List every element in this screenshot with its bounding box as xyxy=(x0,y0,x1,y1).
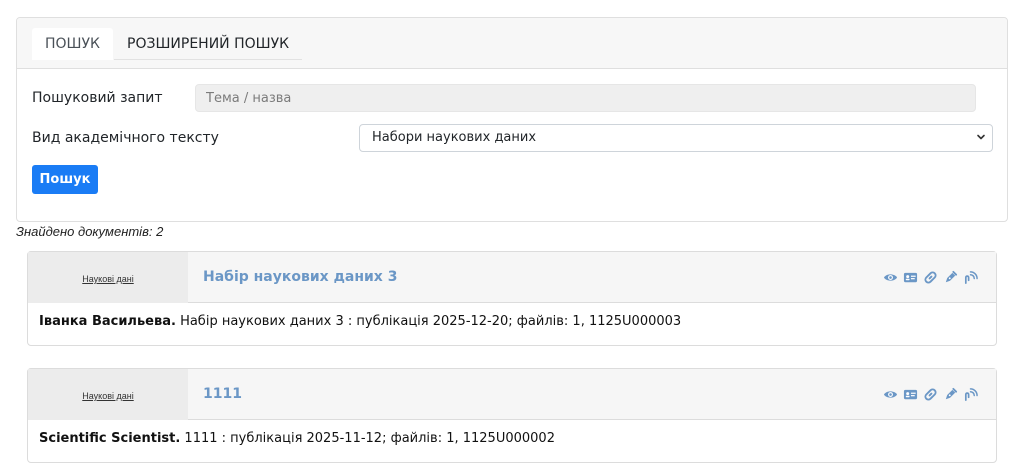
text-type-selected-value: Набори наукових даних xyxy=(372,130,537,145)
rss-hand-icon[interactable] xyxy=(963,387,978,402)
search-panel: ПОШУК РОЗШИРЕНИЙ ПОШУК Пошуковий запит В… xyxy=(16,17,1008,222)
query-input[interactable] xyxy=(195,84,976,112)
result-type-cell: Наукові дані xyxy=(28,369,188,420)
result-author: Іванка Васильева. xyxy=(39,314,176,329)
result-citation-text: 1111 : публікація 2025-11-12; файлів: 1,… xyxy=(180,431,555,446)
id-card-icon[interactable] xyxy=(903,387,918,402)
tab-search[interactable]: ПОШУК xyxy=(32,28,113,60)
query-label: Пошуковий запит xyxy=(32,90,163,106)
eye-icon[interactable] xyxy=(883,387,898,402)
result-type-link[interactable]: Наукові дані xyxy=(82,274,133,284)
text-type-label: Вид академічного тексту xyxy=(32,130,219,146)
eye-icon[interactable] xyxy=(883,270,898,285)
result-card: Наукові дані 1111 Scientific Scientist. … xyxy=(27,368,997,463)
found-count: Знайдено документів: 2 xyxy=(16,224,164,239)
link-icon[interactable] xyxy=(923,387,938,402)
link-icon[interactable] xyxy=(923,270,938,285)
text-type-select[interactable]: Набори наукових даних xyxy=(359,124,993,152)
result-header: Наукові дані 1111 xyxy=(28,369,996,420)
result-title-link[interactable]: 1111 xyxy=(203,369,242,420)
search-button[interactable]: Пошук xyxy=(32,165,98,194)
result-citation-text: Набір наукових даних 3 : публікація 2025… xyxy=(175,314,682,329)
rss-hand-icon[interactable] xyxy=(963,270,978,285)
chevron-down-icon xyxy=(977,134,985,140)
result-title-link[interactable]: Набір наукових даних 3 xyxy=(203,252,397,303)
result-citation: Іванка Васильева. Набір наукових даних 3… xyxy=(39,314,681,329)
id-card-icon[interactable] xyxy=(903,270,918,285)
result-actions xyxy=(883,387,978,402)
result-type-cell: Наукові дані xyxy=(28,252,188,303)
tab-advanced-search[interactable]: РОЗШИРЕНИЙ ПОШУК xyxy=(114,28,303,60)
result-author: Scientific Scientist. xyxy=(39,431,181,446)
result-actions xyxy=(883,270,978,285)
pen-icon[interactable] xyxy=(943,270,958,285)
result-type-link[interactable]: Наукові дані xyxy=(82,391,133,401)
pen-icon[interactable] xyxy=(943,387,958,402)
result-citation: Scientific Scientist. 1111 : публікація … xyxy=(39,431,555,446)
result-card: Наукові дані Набір наукових даних 3 Іван… xyxy=(27,251,997,346)
result-header: Наукові дані Набір наукових даних 3 xyxy=(28,252,996,303)
search-tabs: ПОШУК РОЗШИРЕНИЙ ПОШУК xyxy=(17,18,1007,69)
